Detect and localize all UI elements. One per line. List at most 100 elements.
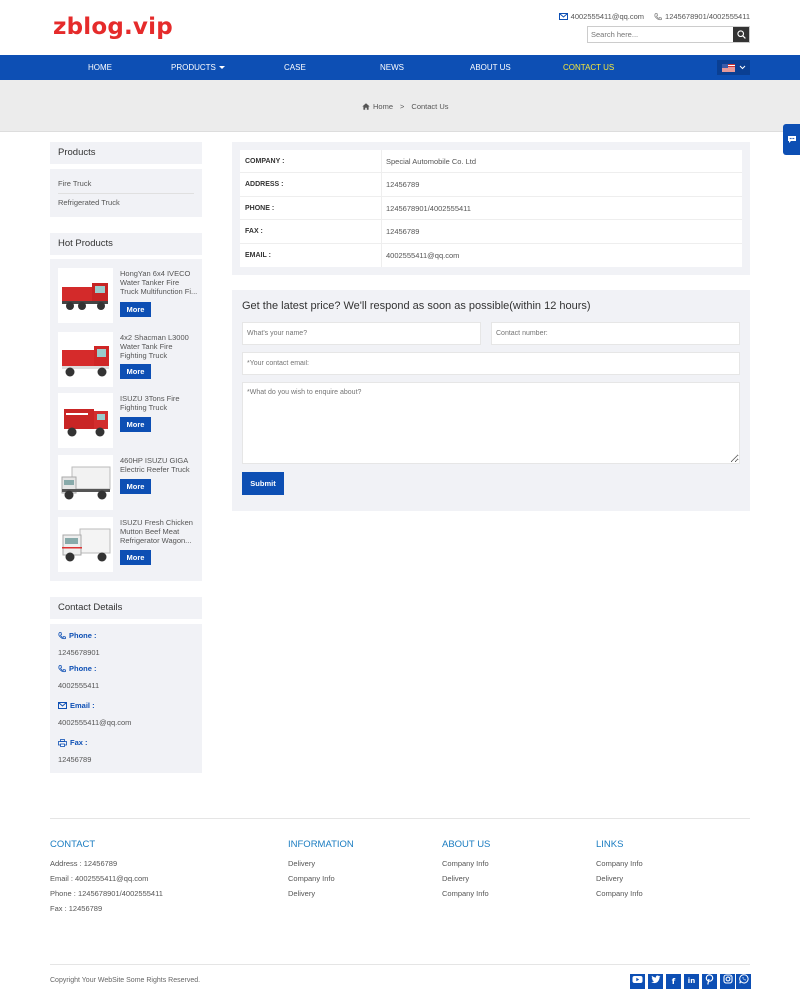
footer-contact-heading: CONTACT — [50, 839, 96, 850]
table-row: ADDRESS : 12456789 — [240, 173, 742, 197]
phone-field[interactable] — [491, 322, 740, 345]
product-image[interactable] — [58, 268, 113, 323]
hot-product-name[interactable]: 460HP ISUZU GIGA Electric Reefer Truck — [120, 456, 198, 474]
language-selector[interactable] — [717, 60, 750, 75]
product-image[interactable] — [58, 332, 113, 387]
hot-product-name[interactable]: HongYan 6x4 IVECO Water Tanker Fire Truc… — [120, 269, 198, 296]
hot-product-item: ISUZU 3Tons Fire Fighting Truck More — [58, 393, 198, 449]
site-logo[interactable]: zblog.vip — [53, 14, 173, 40]
youtube-icon[interactable] — [630, 974, 645, 989]
hot-product-name[interactable]: ISUZU Fresh Chicken Mutton Beef Meat Ref… — [120, 518, 198, 545]
nav-about[interactable]: ABOUT US — [470, 55, 511, 80]
nav-case[interactable]: CASE — [284, 55, 306, 80]
hot-product-name[interactable]: ISUZU 3Tons Fire Fighting Truck — [120, 394, 198, 412]
nav-news[interactable]: NEWS — [380, 55, 404, 80]
footer-link[interactable]: Company Info — [288, 874, 335, 883]
fax-value: 12456789 — [58, 755, 92, 764]
table-row: EMAIL : 4002555411@qq.com — [240, 243, 742, 267]
nav-home[interactable]: HOME — [88, 55, 112, 80]
phone-label: Phone : — [58, 631, 97, 640]
footer-about-heading: ABOUT US — [442, 839, 491, 850]
header-phone[interactable]: 1245678901/4002555411 — [654, 12, 750, 21]
info-value: 12456789 — [386, 180, 420, 190]
name-field[interactable] — [242, 322, 481, 345]
chat-tab[interactable] — [783, 124, 800, 155]
more-button[interactable]: More — [120, 302, 151, 317]
search-icon — [736, 30, 746, 39]
chevron-down-icon — [739, 65, 745, 70]
product-image[interactable] — [58, 393, 113, 448]
footer-email: Email : 4002555411@qq.com — [50, 874, 149, 883]
twitter-icon[interactable] — [648, 974, 663, 989]
info-key: PHONE : — [240, 196, 382, 220]
info-value: 12456789 — [386, 227, 420, 237]
whatsapp-icon[interactable] — [736, 974, 751, 989]
phone-value: 4002555411 — [58, 681, 100, 690]
search-button[interactable] — [733, 27, 749, 42]
instagram-icon[interactable] — [720, 974, 735, 989]
more-button[interactable]: More — [120, 479, 151, 494]
fax-label: Fax : — [58, 738, 88, 747]
page-banner: Home > Contact Us — [0, 80, 800, 132]
header-email[interactable]: 4002555411@qq.com — [558, 12, 645, 21]
footer-link[interactable]: Company Info — [596, 889, 643, 898]
footer-link[interactable]: Delivery — [596, 874, 623, 883]
pinterest-icon[interactable] — [702, 974, 717, 989]
breadcrumb-separator: > — [400, 102, 405, 111]
more-button[interactable]: More — [120, 550, 151, 565]
copyright: Copyright Your WebSite Some Rights Reser… — [50, 977, 201, 984]
nav-products[interactable]: PRODUCTS — [171, 55, 225, 80]
divider — [58, 193, 194, 194]
product-link-refrigerated-truck[interactable]: Refrigerated Truck — [58, 198, 120, 207]
submit-button[interactable]: Submit — [242, 472, 284, 495]
email-value[interactable]: 4002555411@qq.com — [58, 718, 131, 727]
fax-label-text: Fax : — [70, 738, 88, 747]
footer-information-heading: INFORMATION — [288, 839, 354, 850]
search-box — [587, 26, 750, 43]
email-field[interactable] — [242, 352, 740, 375]
linkedin-icon[interactable]: in — [684, 974, 699, 989]
home-icon — [362, 103, 370, 110]
facebook-icon[interactable]: f — [666, 974, 681, 989]
message-field[interactable] — [242, 382, 740, 464]
hot-product-name[interactable]: 4x2 Shacman L3000 Water Tank Fire Fighti… — [120, 333, 198, 360]
footer-phone: Phone : 1245678901/4002555411 — [50, 889, 163, 898]
contact-details: Phone : 1245678901 Phone : 4002555411 Em… — [50, 624, 202, 773]
footer-link[interactable]: Company Info — [442, 889, 489, 898]
product-link-fire-truck[interactable]: Fire Truck — [58, 179, 91, 188]
info-value: Special Automobile Co. Ltd — [386, 157, 477, 166]
header-email-text: 4002555411@qq.com — [570, 12, 645, 21]
table-row: FAX : 12456789 — [240, 220, 742, 244]
form-title: Get the latest price? We'll respond as s… — [242, 300, 591, 312]
nav-products-label: PRODUCTS — [171, 63, 216, 72]
breadcrumb-current: Contact Us — [411, 102, 449, 111]
footer-address: Address : 12456789 — [50, 859, 118, 868]
more-button[interactable]: More — [120, 364, 151, 379]
more-button[interactable]: More — [120, 417, 151, 432]
caret-down-icon — [218, 66, 225, 70]
footer-link[interactable]: Delivery — [288, 889, 315, 898]
header-contact: 4002555411@qq.com 1245678901/4002555411 — [558, 12, 750, 21]
info-key: FAX : — [240, 220, 382, 243]
phone-icon — [654, 12, 662, 20]
footer-link[interactable]: Delivery — [288, 859, 315, 868]
email-label: Email : — [58, 701, 95, 710]
info-value: 4002555411@qq.com — [386, 250, 460, 260]
hot-product-item: HongYan 6x4 IVECO Water Tanker Fire Truc… — [58, 268, 198, 324]
hot-products-list: HongYan 6x4 IVECO Water Tanker Fire Truc… — [50, 259, 202, 581]
product-image[interactable] — [58, 455, 113, 510]
product-image[interactable] — [58, 517, 113, 572]
search-input[interactable] — [588, 27, 733, 42]
phone-value: 1245678901 — [58, 648, 100, 657]
inquiry-form: Get the latest price? We'll respond as s… — [232, 290, 750, 511]
company-info-panel: COMPANY : Special Automobile Co. Ltd ADDR… — [232, 142, 750, 275]
footer-link[interactable]: Company Info — [442, 859, 489, 868]
printer-icon — [58, 738, 67, 747]
breadcrumb-home[interactable]: Home — [373, 102, 393, 111]
footer-link[interactable]: Delivery — [442, 874, 469, 883]
products-heading: Products — [50, 142, 202, 164]
footer-link[interactable]: Company Info — [596, 859, 643, 868]
nav-contact[interactable]: CONTACT US — [563, 55, 614, 80]
header-phone-text: 1245678901/4002555411 — [665, 12, 750, 21]
info-value: 1245678901/4002555411 — [386, 203, 471, 213]
